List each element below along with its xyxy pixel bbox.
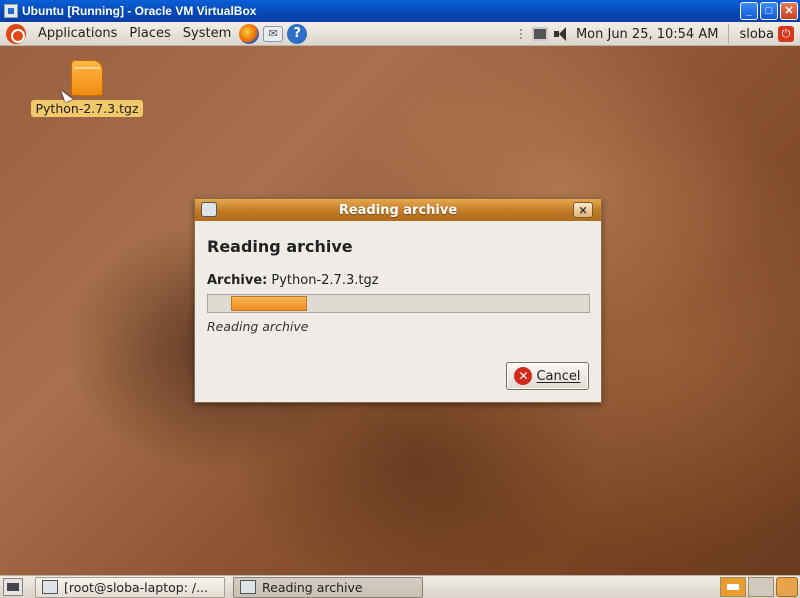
terminal-icon: [42, 580, 58, 594]
close-window-button[interactable]: ✕: [780, 2, 798, 20]
power-icon[interactable]: ⏻: [778, 26, 794, 42]
cancel-icon: ✕: [514, 367, 533, 385]
taskbar-item-label: Reading archive: [262, 579, 363, 595]
progress-bar: [207, 294, 590, 313]
dialog-app-icon: [201, 202, 217, 217]
volume-icon[interactable]: [553, 27, 570, 41]
status-text: Reading archive: [207, 319, 309, 334]
panel-tray: Mon Jun 25, 10:54 AM sloba ⏻: [519, 22, 800, 46]
archive-label: Archive:: [207, 273, 268, 288]
taskbar-item-reading-archive[interactable]: Reading archive: [233, 576, 423, 598]
tray-grip: [519, 29, 524, 39]
mail-icon[interactable]: ✉: [263, 25, 284, 42]
workspace-1[interactable]: [720, 577, 746, 597]
vbox-window-title: Ubuntu [Running] - Oracle VM VirtualBox: [22, 4, 257, 18]
archive-manager-icon: [240, 580, 256, 594]
dialog-heading: Reading archive: [207, 237, 353, 256]
panel-separator: [728, 24, 730, 44]
bottom-panel: [root@sloba-laptop: /... Reading archive: [0, 575, 800, 598]
maximize-button[interactable]: □: [760, 2, 778, 20]
dialog-close-button[interactable]: ✕: [573, 202, 593, 218]
network-icon[interactable]: [531, 27, 548, 41]
cancel-button[interactable]: ✕ Cancel: [506, 362, 589, 390]
taskbar-item-terminal[interactable]: [root@sloba-laptop: /...: [35, 576, 225, 598]
virtualbox-icon: [4, 4, 18, 18]
top-panel: Applications Places System ✉ ? Mon Jun 2…: [0, 22, 800, 46]
taskbar-item-label: [root@sloba-laptop: /...: [64, 579, 209, 595]
show-desktop-icon: [7, 583, 19, 591]
archive-row: Archive: Python-2.7.3.tgz: [207, 273, 589, 288]
dialog-title: Reading archive: [338, 202, 458, 218]
ubuntu-logo-icon[interactable]: [6, 23, 26, 44]
desktop-file-icon[interactable]: Python-2.7.3.tgz: [30, 60, 144, 117]
help-icon[interactable]: ?: [287, 23, 308, 44]
menu-applications[interactable]: Applications: [32, 22, 123, 46]
user-name[interactable]: sloba: [739, 27, 774, 42]
show-desktop-button[interactable]: [3, 578, 23, 596]
archive-icon: [71, 60, 103, 96]
workspace-2[interactable]: [748, 577, 774, 597]
cancel-label: Cancel: [536, 368, 581, 384]
reading-archive-dialog: Reading archive ✕ Reading archive Archiv…: [194, 198, 602, 403]
minimize-button[interactable]: _: [740, 2, 758, 20]
menu-places[interactable]: Places: [123, 22, 176, 46]
archive-value: Python-2.7.3.tgz: [271, 273, 379, 288]
firefox-icon[interactable]: [239, 23, 260, 44]
dialog-title-bar[interactable]: Reading archive ✕: [195, 199, 601, 221]
progress-pulse: [231, 296, 307, 311]
window-controls: _ □ ✕: [740, 2, 798, 20]
trash-icon[interactable]: [776, 577, 798, 597]
bottom-panel-right: [720, 577, 798, 597]
menu-system[interactable]: System: [177, 22, 237, 46]
desktop-file-label: Python-2.7.3.tgz: [31, 100, 143, 117]
clock[interactable]: Mon Jun 25, 10:54 AM: [576, 27, 719, 42]
vbox-title-bar: Ubuntu [Running] - Oracle VM VirtualBox …: [0, 0, 800, 22]
